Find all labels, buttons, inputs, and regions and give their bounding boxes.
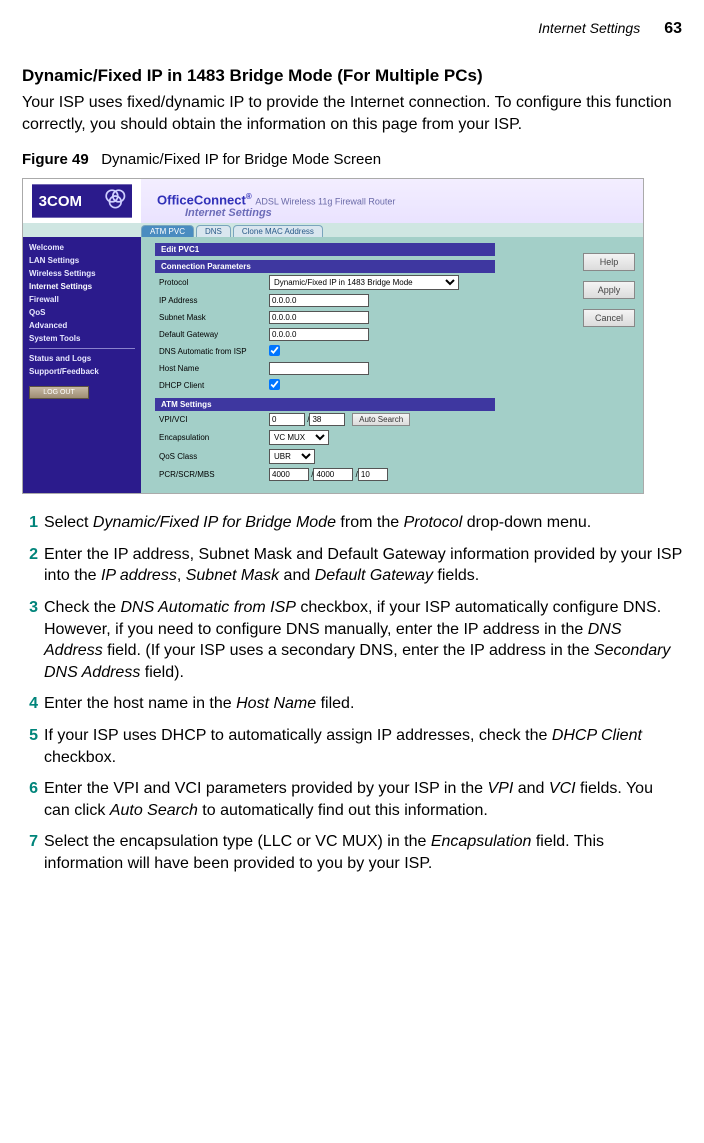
figure-caption-text: Dynamic/Fixed IP for Bridge Mode Screen bbox=[101, 151, 381, 168]
logo-3com: 3COM bbox=[23, 179, 141, 223]
logout-button[interactable]: LOG OUT bbox=[29, 386, 89, 399]
nav-lan[interactable]: LAN Settings bbox=[29, 254, 135, 267]
dhcp-label: DHCP Client bbox=[155, 377, 265, 394]
running-header: Internet Settings 63 bbox=[22, 20, 682, 38]
mbs-field[interactable] bbox=[358, 468, 388, 481]
brand-tag: ADSL Wireless 11g Firewall Router bbox=[255, 196, 395, 206]
gateway-label: Default Gateway bbox=[155, 326, 265, 343]
nav-system-tools[interactable]: System Tools bbox=[29, 332, 135, 345]
main-panel: Edit PVC1 Connection Parameters Protocol… bbox=[141, 237, 643, 493]
screenshot-page-title: Internet Settings bbox=[149, 207, 643, 219]
header-section: Internet Settings bbox=[538, 20, 640, 36]
tab-dns[interactable]: DNS bbox=[196, 225, 231, 237]
vpivci-label: VPI/VCI bbox=[155, 411, 265, 428]
nav-wireless[interactable]: Wireless Settings bbox=[29, 267, 135, 280]
subnet-field[interactable] bbox=[269, 311, 369, 324]
intro-paragraph: Your ISP uses fixed/dynamic IP to provid… bbox=[22, 92, 682, 135]
side-button-column: Help Apply Cancel bbox=[575, 243, 635, 483]
connection-parameters-bar: Connection Parameters bbox=[155, 260, 495, 273]
dhcp-checkbox[interactable] bbox=[269, 379, 280, 390]
figure-label: Figure 49 bbox=[22, 151, 89, 168]
svg-text:3COM: 3COM bbox=[39, 193, 82, 210]
nav-welcome[interactable]: Welcome bbox=[29, 241, 135, 254]
atm-settings-bar: ATM Settings bbox=[155, 398, 495, 411]
step-3: Check the DNS Automatic from ISP checkbo… bbox=[22, 597, 682, 683]
subnet-label: Subnet Mask bbox=[155, 309, 265, 326]
ip-field[interactable] bbox=[269, 294, 369, 307]
nav-internet[interactable]: Internet Settings bbox=[29, 280, 135, 293]
cancel-button[interactable]: Cancel bbox=[583, 309, 635, 327]
qos-select[interactable]: UBR bbox=[269, 449, 315, 464]
nav-firewall[interactable]: Firewall bbox=[29, 293, 135, 306]
tab-clone-mac[interactable]: Clone MAC Address bbox=[233, 225, 323, 237]
nav-qos[interactable]: QoS bbox=[29, 306, 135, 319]
page: Internet Settings 63 Dynamic/Fixed IP in… bbox=[0, 0, 704, 905]
brand-name: OfficeConnect bbox=[157, 192, 246, 207]
dns-auto-label: DNS Automatic from ISP bbox=[155, 343, 265, 360]
qos-label: QoS Class bbox=[155, 447, 265, 466]
step-7: Select the encapsulation type (LLC or VC… bbox=[22, 831, 682, 874]
encap-label: Encapsulation bbox=[155, 428, 265, 447]
pcr-label: PCR/SCR/MBS bbox=[155, 466, 265, 483]
screenshot-body: Welcome LAN Settings Wireless Settings I… bbox=[23, 237, 643, 493]
encap-select[interactable]: VC MUX bbox=[269, 430, 329, 445]
step-5: If your ISP uses DHCP to automatically a… bbox=[22, 725, 682, 768]
edit-pvc-header: Edit PVC1 bbox=[155, 243, 495, 256]
auto-search-button[interactable]: Auto Search bbox=[352, 413, 410, 426]
nav-advanced[interactable]: Advanced bbox=[29, 319, 135, 332]
side-nav: Welcome LAN Settings Wireless Settings I… bbox=[23, 237, 141, 493]
nav-support[interactable]: Support/Feedback bbox=[29, 365, 135, 378]
figure-caption: Figure 49 Dynamic/Fixed IP for Bridge Mo… bbox=[22, 151, 682, 168]
header-page-number: 63 bbox=[664, 20, 682, 38]
vci-field[interactable] bbox=[309, 413, 345, 426]
connection-params-table: Protocol Dynamic/Fixed IP in 1483 Bridge… bbox=[155, 273, 463, 394]
section-title: Dynamic/Fixed IP in 1483 Bridge Mode (Fo… bbox=[22, 66, 682, 86]
host-label: Host Name bbox=[155, 360, 265, 377]
step-1: Select Dynamic/Fixed IP for Bridge Mode … bbox=[22, 512, 682, 534]
help-button[interactable]: Help bbox=[583, 253, 635, 271]
tab-atm-pvc[interactable]: ATM PVC bbox=[141, 225, 194, 237]
step-4: Enter the host name in the Host Name fil… bbox=[22, 693, 682, 715]
tabs: ATM PVC DNS Clone MAC Address bbox=[23, 223, 643, 237]
protocol-select[interactable]: Dynamic/Fixed IP in 1483 Bridge Mode bbox=[269, 275, 459, 290]
protocol-label: Protocol bbox=[155, 273, 265, 292]
dns-auto-checkbox[interactable] bbox=[269, 345, 280, 356]
screenshot: 3COM OfficeConnect® ADSL Wireless 11g Fi… bbox=[22, 178, 644, 494]
logo-3com-svg: 3COM bbox=[32, 184, 132, 218]
step-2: Enter the IP address, Subnet Mask and De… bbox=[22, 544, 682, 587]
scr-field[interactable] bbox=[313, 468, 353, 481]
nav-status-logs[interactable]: Status and Logs bbox=[29, 352, 135, 365]
gateway-field[interactable] bbox=[269, 328, 369, 341]
host-field[interactable] bbox=[269, 362, 369, 375]
titlebar: 3COM OfficeConnect® ADSL Wireless 11g Fi… bbox=[23, 179, 643, 223]
vpi-field[interactable] bbox=[269, 413, 305, 426]
pcr-field[interactable] bbox=[269, 468, 309, 481]
form-column: Edit PVC1 Connection Parameters Protocol… bbox=[155, 243, 557, 483]
step-6: Enter the VPI and VCI parameters provide… bbox=[22, 778, 682, 821]
steps-list: Select Dynamic/Fixed IP for Bridge Mode … bbox=[22, 512, 682, 874]
apply-button[interactable]: Apply bbox=[583, 281, 635, 299]
ip-label: IP Address bbox=[155, 292, 265, 309]
atm-settings-table: VPI/VCI / Auto Search Encapsulation VC M… bbox=[155, 411, 414, 483]
